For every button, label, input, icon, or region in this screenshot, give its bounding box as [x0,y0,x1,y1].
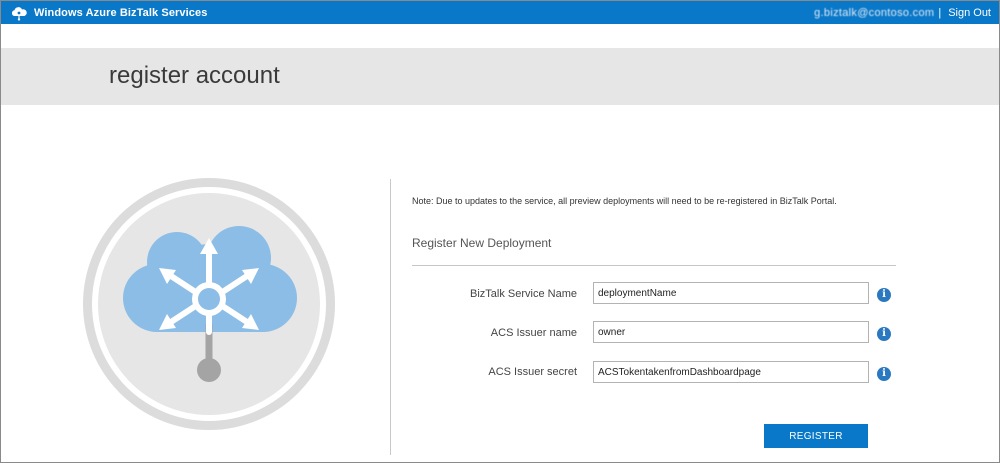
update-note: Note: Due to updates to the service, all… [412,196,837,206]
cloud-hub-icon [79,174,339,434]
register-button[interactable]: REGISTER [764,424,868,448]
page-title: register account [109,62,280,89]
page-header: register account [1,48,999,105]
user-name[interactable]: g.biztalk@contoso.com [814,7,934,19]
top-bar: Windows Azure BizTalk Services g.biztalk… [1,1,999,24]
sign-out-link[interactable]: Sign Out [948,7,991,19]
cloud-network-icon [10,5,28,21]
biztalk-service-name-label: BizTalk Service Name [470,288,577,300]
user-area: g.biztalk@contoso.com | Sign Out [814,1,991,24]
app-window: Windows Azure BizTalk Services g.biztalk… [0,0,1000,463]
info-icon[interactable]: i [877,367,891,381]
info-icon[interactable]: i [877,288,891,302]
info-icon[interactable]: i [877,327,891,341]
user-separator: | [938,6,942,19]
section-title: Register New Deployment [412,236,552,250]
acs-issuer-secret-input[interactable] [593,361,869,383]
acs-issuer-name-input[interactable] [593,321,869,343]
acs-issuer-name-label: ACS Issuer name [490,327,577,339]
section-divider [412,265,896,266]
vertical-divider [390,179,391,455]
brand[interactable]: Windows Azure BizTalk Services [10,3,207,22]
biztalk-service-name-input[interactable] [593,282,869,304]
acs-issuer-secret-label: ACS Issuer secret [488,366,577,378]
app-title: Windows Azure BizTalk Services [34,6,208,19]
